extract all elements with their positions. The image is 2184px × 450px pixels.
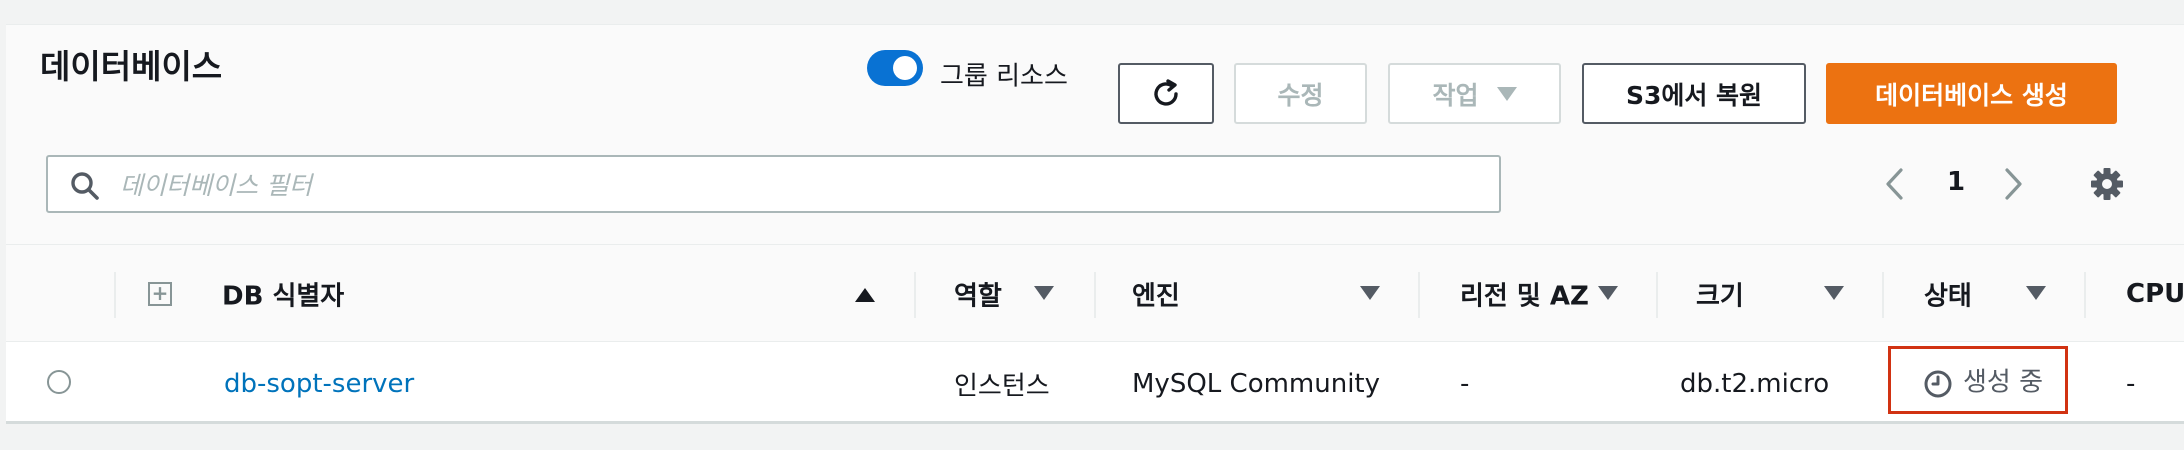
search-icon — [71, 172, 99, 200]
restore-from-s3-button[interactable]: S3에서 복원 — [1582, 63, 1806, 124]
engine-cell: MySQL Community — [1132, 369, 1381, 399]
current-page-number[interactable]: 1 — [1946, 167, 1966, 197]
chevron-right-icon[interactable] — [2002, 166, 2026, 202]
column-divider — [1094, 272, 1096, 318]
column-header-size[interactable]: 크기 — [1696, 276, 1744, 313]
clock-icon — [1924, 370, 1952, 398]
sort-descending-icon[interactable] — [1034, 286, 1054, 300]
refresh-icon — [1154, 78, 1178, 106]
column-divider — [1882, 272, 1884, 318]
caret-down-icon — [1496, 86, 1517, 101]
group-resources-toggle[interactable] — [867, 50, 923, 86]
actions-button[interactable]: 작업 — [1388, 63, 1561, 124]
column-header-cpu[interactable]: CPU — [2126, 279, 2184, 309]
expand-all-icon[interactable]: + — [148, 282, 172, 306]
column-header-identifier[interactable]: DB 식별자 — [222, 276, 344, 313]
sort-descending-icon[interactable] — [1598, 286, 1618, 300]
actions-label: 작업 — [1432, 80, 1479, 110]
sort-descending-icon[interactable] — [2026, 286, 2046, 300]
cpu-cell: - — [2126, 369, 2136, 399]
status-cell: 생성 중 — [1888, 346, 2068, 414]
column-divider — [1656, 272, 1658, 318]
edit-button[interactable]: 수정 — [1234, 63, 1367, 124]
status-text: 생성 중 — [1963, 367, 2044, 398]
row-select-radio[interactable] — [47, 370, 71, 394]
column-header-role[interactable]: 역할 — [954, 276, 1002, 313]
create-database-button[interactable]: 데이터베이스 생성 — [1826, 63, 2117, 124]
column-divider — [2084, 272, 2086, 318]
filter-search-box — [46, 155, 1501, 213]
refresh-button[interactable] — [1118, 63, 1214, 124]
region-az-cell: - — [1460, 369, 1470, 399]
page-title: 데이터베이스 — [40, 47, 223, 86]
group-resources-label: 그룹 리소스 — [940, 61, 1068, 92]
column-header-status[interactable]: 상태 — [1924, 276, 1972, 313]
chevron-left-icon[interactable] — [1882, 166, 1906, 202]
gear-icon[interactable] — [2090, 167, 2124, 201]
role-cell: 인스턴스 — [954, 371, 1050, 402]
toggle-knob — [893, 56, 917, 80]
column-header-region-az[interactable]: 리전 및 AZ — [1460, 276, 1589, 313]
db-identifier-link[interactable]: db-sopt-server — [224, 369, 414, 399]
column-divider — [914, 272, 916, 318]
filter-search-input[interactable] — [118, 163, 1482, 207]
size-cell: db.t2.micro — [1680, 369, 1830, 399]
column-divider — [114, 272, 116, 318]
sort-ascending-icon[interactable] — [855, 288, 875, 302]
column-header-engine[interactable]: 엔진 — [1132, 276, 1180, 313]
sort-descending-icon[interactable] — [1360, 286, 1380, 300]
sort-descending-icon[interactable] — [1824, 286, 1844, 300]
column-divider — [1418, 272, 1420, 318]
